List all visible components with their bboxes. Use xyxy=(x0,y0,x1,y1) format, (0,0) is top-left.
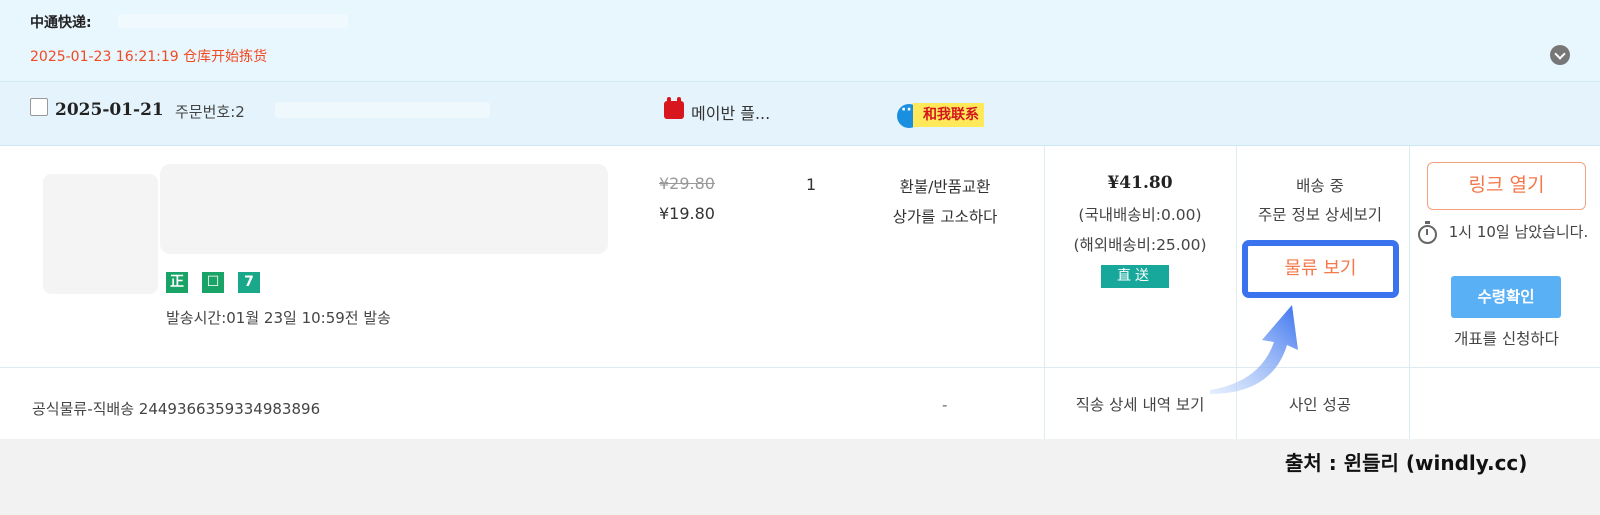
order-number-redacted xyxy=(275,102,490,118)
domestic-shipping-fee: (국내배송비:0.00) xyxy=(1078,206,1202,224)
empty-value: - xyxy=(942,396,948,414)
annotation-arrow-icon xyxy=(1210,305,1298,394)
quantity: 1 xyxy=(806,175,817,194)
stopwatch-icon xyxy=(1418,221,1437,244)
direct-delivery-tag: 直送 xyxy=(1101,265,1169,288)
international-shipping-fee: (해외배송비:25.00) xyxy=(1073,236,1207,254)
contact-seller-label: 和我联系 xyxy=(913,103,984,127)
direct-delivery-detail-link[interactable]: 직송 상세 내역 보기 xyxy=(1045,393,1235,415)
chevron-down-icon[interactable] xyxy=(1550,45,1570,65)
refund-exchange-link[interactable]: 환불/반품교환 xyxy=(870,172,1020,202)
order-header: 2025-01-21 주문번호:2 메이반 플... 和我联系 xyxy=(0,82,1600,146)
ship-time: 발송시간:01월 23일 10:59전 발송 xyxy=(166,309,391,327)
remaining-time: 1시 10일 남았습니다. xyxy=(1448,223,1589,241)
column-divider xyxy=(1409,146,1410,439)
confirm-receipt-button[interactable]: 수령확인 xyxy=(1451,276,1561,318)
order-date: 2025-01-21 xyxy=(55,100,164,120)
seven-day-return-badge-icon: 7 xyxy=(238,272,260,293)
store-name-link[interactable]: 메이반 플... xyxy=(691,100,770,124)
shipping-status: 배송 중 xyxy=(1296,177,1344,195)
source-credit: 출처 : 윈들리 (windly.cc) xyxy=(1285,451,1528,475)
order-detail-link[interactable]: 주문 정보 상세보기 xyxy=(1235,203,1405,225)
guarantee-badge-icon: ☐ xyxy=(202,272,224,293)
open-link-button[interactable]: 링크 열기 xyxy=(1427,162,1586,210)
original-price: ¥29.80 xyxy=(659,174,715,193)
product-title-redacted[interactable] xyxy=(160,164,608,254)
order-total: ¥41.80 xyxy=(1107,173,1173,193)
courier-label: 中通快递: xyxy=(30,15,92,31)
unit-price: ¥19.80 xyxy=(659,204,715,223)
view-logistics-button[interactable]: 물류 보기 xyxy=(1242,240,1399,298)
tracking-number: 공식물류-직배송 2449366359334983896 xyxy=(32,400,321,418)
product-image[interactable] xyxy=(43,174,158,294)
order-number: 주문번호:2 xyxy=(175,103,245,121)
tracking-status: 2025-01-23 16:21:19 仓库开始拣货 xyxy=(30,49,268,65)
logistics-panel: 中通快递: 2025-01-23 16:21:19 仓库开始拣货 xyxy=(0,0,1600,82)
genuine-badge-icon: 正 xyxy=(166,272,188,293)
tmall-store-icon xyxy=(664,97,684,119)
refund-actions: 환불/반품교환 상가를 고소하다 xyxy=(870,172,1020,232)
complain-seller-link[interactable]: 상가를 고소하다 xyxy=(870,202,1020,232)
courier-tracking-redacted xyxy=(118,14,348,28)
request-invoice-link[interactable]: 개표를 신청하다 xyxy=(1427,327,1586,349)
contact-seller-button[interactable]: 和我联系 xyxy=(897,102,997,128)
order-checkbox[interactable] xyxy=(30,98,48,116)
